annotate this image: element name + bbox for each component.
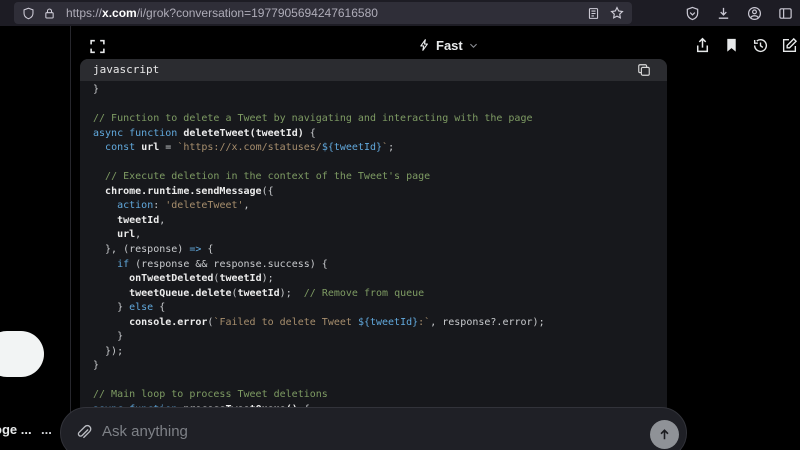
arrow-up-icon xyxy=(657,427,672,442)
code-line: async function deleteTweet(tweetId) { xyxy=(93,127,667,142)
code-line: // Main loop to process Tweet deletions xyxy=(93,388,667,403)
expand-icon[interactable] xyxy=(89,38,106,55)
sidebar-divider xyxy=(70,26,71,450)
sidebar-item-label[interactable]: oge ... xyxy=(0,422,32,437)
bookmark-icon[interactable] xyxy=(724,37,739,53)
sidebar-item-more[interactable]: ... xyxy=(41,422,52,437)
code-line xyxy=(93,156,667,171)
code-line: if (response && response.success) { xyxy=(93,258,667,273)
lock-icon[interactable] xyxy=(43,7,56,20)
code-line: // Function to delete a Tweet by navigat… xyxy=(93,112,667,127)
code-line: onTweetDeleted(tweetId); xyxy=(93,272,667,287)
code-line: console.error(`Failed to delete Tweet ${… xyxy=(93,316,667,331)
grok-toolbar: Fast xyxy=(70,26,800,60)
mode-label: Fast xyxy=(436,38,463,53)
mode-selector[interactable]: Fast xyxy=(418,35,479,55)
compose-icon[interactable] xyxy=(781,37,798,54)
code-block-header: javascript xyxy=(80,59,667,81)
code-line: }, (response) => { xyxy=(93,243,667,258)
code-line: url, xyxy=(93,228,667,243)
code-line xyxy=(93,98,667,113)
copy-code-icon[interactable] xyxy=(637,63,651,77)
code-line: const url = `https://x.com/statuses/${tw… xyxy=(93,141,667,156)
composer-input[interactable]: Ask anything xyxy=(102,423,188,440)
code-line: } xyxy=(93,330,667,345)
screen: https://x.com/i/grok?conversation=197790… xyxy=(0,0,800,450)
bolt-icon xyxy=(418,38,431,52)
browser-bar: https://x.com/i/grok?conversation=197790… xyxy=(0,0,800,26)
code-language-label: javascript xyxy=(93,63,159,76)
grok-page: oge ... ... Fast javascript xyxy=(0,26,800,450)
account-icon[interactable] xyxy=(747,6,762,21)
code-line: } xyxy=(93,83,667,98)
code-line: action: 'deleteTweet', xyxy=(93,199,667,214)
send-button[interactable] xyxy=(650,420,679,449)
sidebar-highlight-pill[interactable] xyxy=(0,331,44,377)
code-line: } xyxy=(93,359,667,374)
code-line: // Execute deletion in the context of th… xyxy=(93,170,667,185)
code-body: } // Function to delete a Tweet by navig… xyxy=(80,81,667,418)
code-block: javascript } // Function to delete a Twe… xyxy=(80,59,667,450)
reader-view-icon[interactable] xyxy=(587,7,600,20)
chevron-down-icon xyxy=(468,40,479,51)
share-icon[interactable] xyxy=(694,37,711,54)
downloads-icon[interactable] xyxy=(716,6,731,21)
code-line: }); xyxy=(93,345,667,360)
url-bar[interactable]: https://x.com/i/grok?conversation=197790… xyxy=(14,2,632,24)
sidebar-panel-icon[interactable] xyxy=(778,6,793,21)
code-line: } else { xyxy=(93,301,667,316)
composer[interactable]: Ask anything xyxy=(60,407,687,450)
bookmark-star-icon[interactable] xyxy=(610,6,624,20)
code-line: chrome.runtime.sendMessage({ xyxy=(93,185,667,200)
code-line: tweetId, xyxy=(93,214,667,229)
protections-shield-icon[interactable] xyxy=(685,6,700,21)
history-icon[interactable] xyxy=(752,37,769,54)
code-line xyxy=(93,374,667,389)
shield-icon[interactable] xyxy=(22,7,35,20)
attach-paperclip-icon[interactable] xyxy=(74,423,92,441)
url-text[interactable]: https://x.com/i/grok?conversation=197790… xyxy=(66,6,378,20)
code-line: tweetQueue.delete(tweetId); // Remove fr… xyxy=(93,287,667,302)
